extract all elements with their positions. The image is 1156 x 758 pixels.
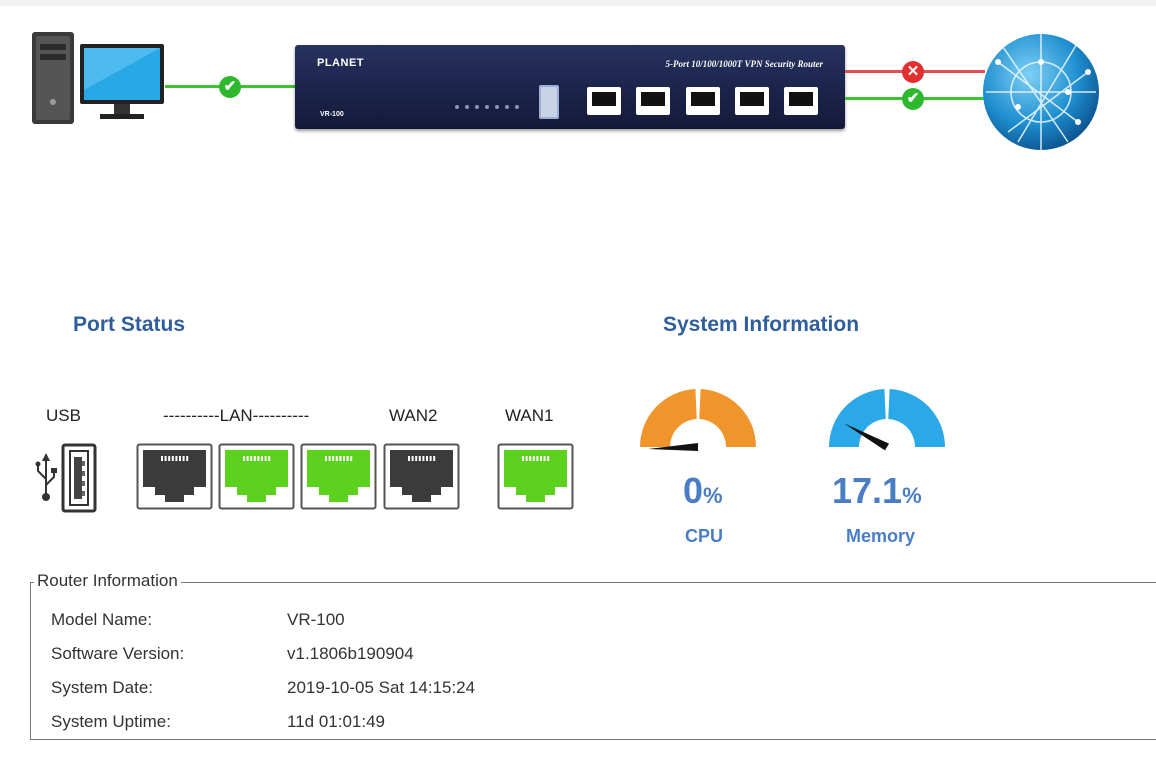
computer-icon [32,32,164,124]
router-port-2 [636,87,670,115]
router-port-5 [784,87,818,115]
usb-port-icon [35,443,97,513]
wan2-label: WAN2 [389,406,438,425]
wan2-link-error-icon: ✕ [902,61,924,83]
system-date-value: 2019-10-05 Sat 14:15:24 [287,678,476,697]
cpu-value-number: 0 [683,470,704,511]
gauge-right-arc [888,389,945,447]
wan2-port [383,443,460,510]
software-version-label: Software Version: [51,644,185,663]
lan-port-1 [136,443,213,510]
router-device-image: PLANET 5-Port 10/100/1000T VPN Security … [295,45,845,129]
router-usb-port [539,85,559,119]
wan1-label: WAN1 [505,406,554,425]
cpu-value-unit: % [703,483,723,508]
lan-port-2 [218,443,295,510]
cpu-gauge [640,389,756,451]
usb-label: USB [46,406,81,425]
system-information-title: System Information [663,313,860,336]
lan-port-3 [300,443,377,510]
wan1-link-ok-icon: ✔ [902,88,924,110]
router-port-3 [686,87,720,115]
router-leds [455,105,527,111]
memory-label: Memory [846,526,916,546]
port-status-title: Port Status [73,313,186,336]
router-information-box [30,582,1156,740]
router-information-legend: Router Information [34,571,181,591]
model-name-value: VR-100 [287,610,345,629]
lan-label: ----------LAN---------- [163,406,310,425]
network-topology: ✔ PLANET 5-Port 10/100/1000T VPN Securit… [0,0,1156,200]
cpu-usage-value: 0% [683,470,723,512]
memory-gauge [829,389,945,451]
router-tagline: 5-Port 10/100/1000T VPN Security Router [665,59,824,69]
software-version-value: v1.1806b190904 [287,644,414,663]
internet-globe-icon [983,34,1099,150]
model-name-label: Model Name: [51,610,153,629]
router-model: VR-100 [320,111,344,118]
wan1-port [497,443,574,510]
router-brand: PLANET [317,57,364,69]
router-port-1 [587,87,621,115]
lan-link-ok-icon: ✔ [219,76,241,98]
system-date-label: System Date: [51,678,154,697]
gauge-left-arc [640,389,697,447]
gauge-right-arc [699,389,756,447]
system-uptime-value: 11d 01:01:49 [287,712,385,731]
cpu-label: CPU [685,526,724,546]
router-port-4 [735,87,769,115]
system-uptime-label: System Uptime: [51,712,171,731]
memory-usage-value: 17.1% [832,470,922,512]
memory-value-unit: % [902,483,922,508]
memory-value-number: 17.1 [832,470,903,511]
